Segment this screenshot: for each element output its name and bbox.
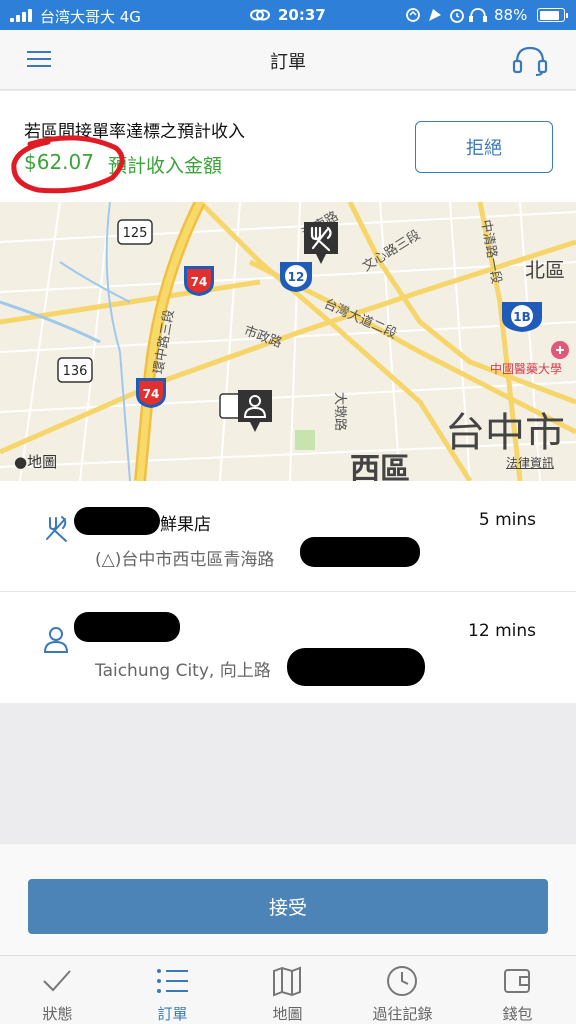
tab-label: 地圖 <box>272 1005 303 1023</box>
svg-text:1B: 1B <box>513 310 531 324</box>
clock-icon <box>387 966 417 996</box>
tab-label: 訂單 <box>157 1005 188 1023</box>
maps-label: 地圖 <box>27 453 58 471</box>
redacted-address <box>287 648 425 686</box>
hospital-label: 中國醫藥大學 <box>490 362 563 376</box>
svg-text:12: 12 <box>288 270 305 284</box>
apple-maps-logo: ●地圖 <box>14 451 57 472</box>
accept-button[interactable]: 接受 <box>28 879 548 934</box>
tab-label: 狀態 <box>42 1005 73 1023</box>
map-icon <box>273 966 301 997</box>
highway-shield-136: 136 <box>57 357 93 383</box>
svg-text:125: 125 <box>123 226 148 241</box>
highway-shield-74-top: 74 <box>184 266 214 296</box>
city-label: 台中市 <box>445 410 565 456</box>
tab-bar: 狀態 訂單 地圖 過往記錄 錢包 <box>0 955 576 1024</box>
tab-wallet[interactable]: 錢包 <box>460 956 575 1024</box>
pickup-eta: 5 mins <box>478 510 536 530</box>
restaurant-icon <box>46 516 67 542</box>
tab-label: 錢包 <box>502 1005 533 1023</box>
page-title: 訂單 <box>270 52 306 73</box>
reject-button[interactable]: 拒絕 <box>415 121 553 173</box>
pickup-address: (△)台中市西屯區青海路 <box>95 550 275 570</box>
red-annotation-circle <box>11 135 125 194</box>
customer-pin-icon[interactable] <box>236 388 274 434</box>
highway-shield-12: 12 <box>280 262 312 292</box>
checkmark-icon <box>43 970 71 992</box>
signal-icon <box>10 9 34 22</box>
carrier-label: 台湾大哥大 4G <box>40 8 141 26</box>
list-icon <box>157 969 188 993</box>
tab-status[interactable]: 狀態 <box>0 956 115 1024</box>
status-bar: 台湾大哥大 4G 20:37 88% <box>0 0 576 30</box>
tab-label: 過往記錄 <box>372 1005 433 1023</box>
clock-time: 20:37 <box>278 6 326 24</box>
road-label: 大墩路 <box>332 391 348 432</box>
district-label: 西區 <box>350 452 410 481</box>
redacted-name <box>74 612 180 642</box>
apple-icon: ● <box>14 453 28 471</box>
svg-text:74: 74 <box>191 275 208 289</box>
pickup-name: 鮮果店 <box>160 515 211 535</box>
wallet-icon <box>504 969 530 993</box>
dropoff-row[interactable]: 12 mins Taichung City, 向上路 <box>0 592 576 703</box>
earnings-panel: 若區間接單率達標之預計收入 $62.07 預計收入金額 拒絕 <box>0 91 576 202</box>
redacted-address <box>300 537 420 567</box>
pickup-row[interactable]: 鮮果店 5 mins (△)台中市西屯區青海路 <box>0 481 576 592</box>
tab-history[interactable]: 過往記錄 <box>345 956 460 1024</box>
highway-shield-125: 125 <box>117 219 153 245</box>
route-map[interactable]: 125 136 74 74 12 1B 文心路三段 台灣大道二段 市政路 大墩路… <box>0 202 576 481</box>
accept-area: 接受 <box>0 843 576 955</box>
redacted-name <box>74 507 160 535</box>
tab-orders[interactable]: 訂單 <box>115 956 230 1024</box>
dropoff-eta: 12 mins <box>468 621 536 641</box>
restaurant-pin-icon[interactable] <box>302 220 340 266</box>
highway-shield-74-bottom: 74 <box>136 378 166 408</box>
nav-bar: 訂單 <box>0 30 576 90</box>
customer-icon <box>43 627 69 653</box>
dropoff-address: Taichung City, 向上路 <box>95 661 271 681</box>
highway-shield-1B: 1B <box>502 302 542 332</box>
svg-text:74: 74 <box>143 387 160 401</box>
tab-map[interactable]: 地圖 <box>230 956 345 1024</box>
link-icon <box>250 9 270 21</box>
legal-link[interactable]: 法律資訊 <box>506 454 554 471</box>
svg-text:136: 136 <box>63 364 88 379</box>
status-icons <box>406 8 487 23</box>
north-district-label: 北區 <box>525 258 565 282</box>
battery-percent: 88% <box>494 6 528 24</box>
battery-icon <box>537 8 568 22</box>
headset-icon[interactable] <box>510 42 550 78</box>
